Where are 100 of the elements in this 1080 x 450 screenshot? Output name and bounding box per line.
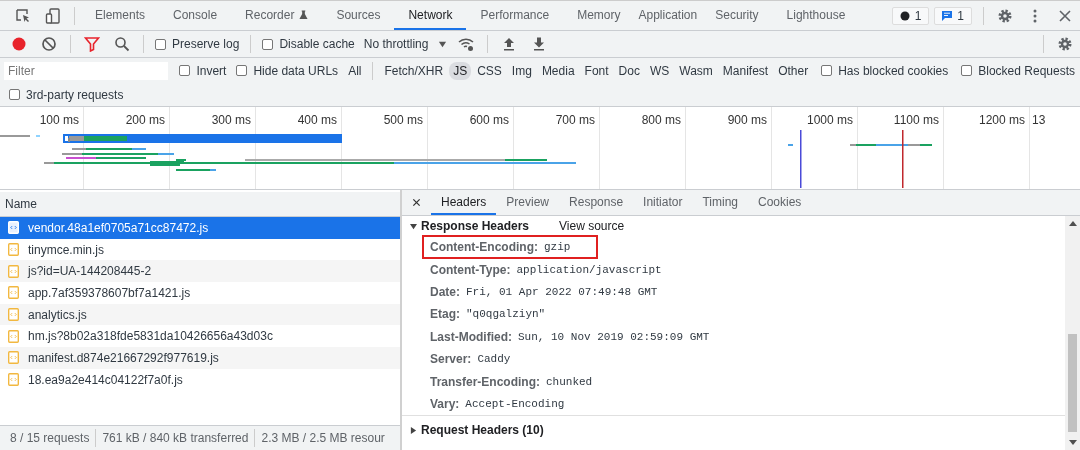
header-name: Date: bbox=[430, 285, 460, 299]
type-filter-button[interactable]: Media bbox=[537, 61, 579, 80]
checkbox[interactable] bbox=[961, 65, 973, 76]
request-name: js?id=UA-144208445-2 bbox=[28, 264, 152, 279]
type-filter-button[interactable]: CSS bbox=[473, 61, 506, 80]
view-source-link[interactable]: View source bbox=[559, 219, 625, 233]
devtools-tab[interactable]: Memory bbox=[563, 1, 635, 30]
script-file-icon bbox=[8, 243, 19, 257]
checkbox-option[interactable]: Hide data URLs bbox=[236, 63, 339, 78]
type-filter-button[interactable]: WS bbox=[645, 61, 674, 80]
caret-icon bbox=[438, 39, 448, 49]
record-icon[interactable] bbox=[11, 36, 27, 52]
header-value: Accept-Encoding bbox=[465, 397, 565, 410]
request-name: tinymce.min.js bbox=[28, 242, 104, 257]
devtools-tab[interactable]: Lighthouse bbox=[772, 1, 860, 30]
checkbox[interactable] bbox=[821, 65, 833, 76]
filter-field[interactable]: Filter bbox=[4, 61, 169, 80]
detail-tab[interactable]: Initiator bbox=[633, 190, 693, 215]
scroll-down-icon[interactable] bbox=[1068, 440, 1077, 446]
badge-count: 1 bbox=[957, 8, 964, 23]
request-row[interactable]: hm.js?8b02a318fde5831da10426656a43d03c bbox=[0, 325, 400, 348]
checkbox-option[interactable]: Has blocked cookies bbox=[821, 63, 949, 78]
type-filter-button[interactable]: Other bbox=[774, 61, 813, 80]
checkbox[interactable] bbox=[262, 38, 274, 50]
devtools-tab[interactable]: Elements bbox=[81, 1, 160, 30]
time-tick-label: 1200 ms bbox=[978, 113, 1025, 127]
scroll-up-icon[interactable] bbox=[1068, 220, 1077, 226]
settings-icon[interactable] bbox=[997, 7, 1013, 24]
checkbox[interactable] bbox=[9, 89, 20, 100]
request-row[interactable]: 18.ea9a2e414c04122f7a0f.js bbox=[0, 368, 400, 391]
detail-tab[interactable]: Headers bbox=[431, 190, 497, 215]
column-header[interactable]: Name bbox=[0, 192, 400, 217]
checkbox-option[interactable]: Blocked Requests bbox=[961, 63, 1075, 78]
request-row[interactable]: app.7af359378607bf7a1421.js bbox=[0, 282, 400, 304]
devtools-tab[interactable]: Recorder bbox=[231, 1, 323, 30]
request-row[interactable]: analytics.js bbox=[0, 303, 400, 326]
request-row[interactable]: tinymce.min.js bbox=[0, 238, 400, 261]
checkbox-option[interactable]: Disable cache bbox=[262, 37, 355, 51]
checkbox-option[interactable]: Preserve log bbox=[155, 37, 240, 51]
header-value: gzip bbox=[544, 241, 571, 254]
type-filter-button[interactable]: Img bbox=[507, 61, 536, 80]
script-file-icon bbox=[8, 264, 19, 278]
message-icon bbox=[942, 10, 953, 21]
scrollbar[interactable] bbox=[1065, 216, 1080, 450]
devtools-tab[interactable]: Console bbox=[159, 1, 232, 30]
section-header[interactable]: Response Headers bbox=[410, 219, 530, 233]
time-tick-label: 13 bbox=[1032, 113, 1046, 127]
devtools-tab[interactable]: Sources bbox=[322, 1, 395, 30]
checkbox-option[interactable]: 3rd-party requests bbox=[9, 87, 124, 102]
devtools-tab[interactable]: Security bbox=[711, 1, 773, 30]
header-value: "q0qgalziyn" bbox=[466, 308, 546, 321]
detail-tab[interactable]: Cookies bbox=[748, 190, 812, 215]
triangle-icon bbox=[410, 222, 417, 230]
throttling-dropdown[interactable]: No throttling bbox=[363, 37, 452, 51]
badge-count: 1 bbox=[914, 8, 922, 23]
type-filter-button[interactable]: All bbox=[344, 61, 366, 80]
request-name: analytics.js bbox=[28, 307, 87, 322]
request-row[interactable]: js?id=UA-144208445-2 bbox=[0, 260, 400, 283]
settings-icon[interactable] bbox=[1057, 36, 1073, 52]
time-tick-label: 900 ms bbox=[727, 113, 767, 127]
request-row[interactable]: vendor.48a1ef0705a71cc87472.js bbox=[0, 217, 400, 239]
request-row[interactable]: manifest.d874e21667292f977619.js bbox=[0, 347, 400, 369]
checkbox[interactable] bbox=[155, 38, 166, 50]
issue-counter-button[interactable]: 1 bbox=[934, 6, 972, 25]
request-name: manifest.d874e21667292f977619.js bbox=[28, 350, 219, 365]
detail-tab[interactable]: Timing bbox=[692, 190, 748, 215]
timeline-overview[interactable]: 100 ms 200 ms 300 ms 400 ms 500 ms 600 ms 700 ms 800 ms 900 ms 1000 ms 1100 ms 1200 ms 13 bbox=[0, 107, 1080, 190]
header-name: Last-Modified: bbox=[430, 329, 512, 344]
close-icon[interactable] bbox=[412, 198, 421, 207]
clear-icon[interactable] bbox=[41, 36, 57, 52]
detail-tab[interactable]: Preview bbox=[496, 190, 560, 215]
type-filter-button[interactable]: Manifest bbox=[718, 61, 773, 80]
issue-counter-button[interactable]: 1 bbox=[891, 6, 930, 25]
header-name: Content-Encoding: bbox=[430, 240, 538, 255]
filter-icon[interactable] bbox=[84, 36, 100, 52]
request-name: vendor.48a1ef0705a71cc87472.js bbox=[28, 220, 209, 235]
script-file-icon bbox=[8, 351, 19, 365]
checkbox[interactable] bbox=[179, 65, 191, 76]
script-file-icon bbox=[8, 221, 19, 235]
header-name: Etag: bbox=[430, 307, 460, 322]
header-name: Server: bbox=[430, 352, 472, 367]
inspect-icon[interactable] bbox=[15, 7, 31, 24]
devtools-tab[interactable]: Application bbox=[634, 1, 712, 30]
type-filter-button[interactable]: JS bbox=[449, 61, 472, 80]
checkbox[interactable] bbox=[236, 65, 248, 76]
search-icon[interactable] bbox=[114, 36, 130, 52]
checkbox-option[interactable]: Invert bbox=[179, 63, 227, 78]
close-icon[interactable] bbox=[1057, 7, 1073, 24]
request-name: 18.ea9a2e414c04122f7a0f.js bbox=[28, 372, 183, 387]
header-name: Transfer-Encoding: bbox=[430, 374, 540, 389]
section-header[interactable]: Request Headers (10) bbox=[410, 423, 544, 438]
detail-tab[interactable]: Response bbox=[559, 190, 634, 215]
type-filter-button[interactable]: Fetch/XHR bbox=[380, 61, 448, 80]
type-filter-button[interactable]: Font bbox=[580, 61, 613, 80]
type-filter-button[interactable]: Doc bbox=[614, 61, 644, 80]
devtools-tab[interactable]: Performance bbox=[466, 1, 564, 30]
header-value: Caddy bbox=[477, 353, 511, 366]
device-icon[interactable] bbox=[45, 7, 61, 24]
dot-icon bbox=[899, 10, 910, 21]
type-filter-button[interactable]: Wasm bbox=[675, 61, 717, 80]
